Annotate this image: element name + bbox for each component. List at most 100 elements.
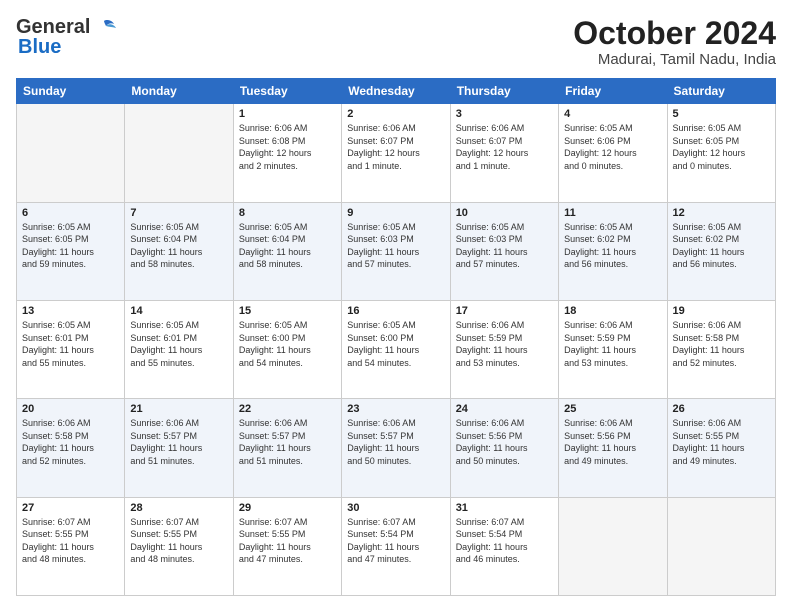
day-number: 2 [347,108,444,120]
calendar-cell: 7 Sunrise: 6:05 AM Sunset: 6:04 PM Daylig… [125,202,233,300]
calendar-cell: 25 Sunrise: 6:06 AM Sunset: 5:56 PM Dayli… [559,399,667,497]
day-info: Sunrise: 6:05 AM Sunset: 6:04 PM Dayligh… [130,221,227,271]
day-info: Sunrise: 6:07 AM Sunset: 5:55 PM Dayligh… [239,516,336,566]
calendar-cell [125,104,233,202]
calendar-cell [667,497,775,595]
day-number: 11 [564,207,661,219]
day-info: Sunrise: 6:06 AM Sunset: 5:57 PM Dayligh… [347,417,444,467]
calendar-cell: 27 Sunrise: 6:07 AM Sunset: 5:55 PM Dayli… [17,497,125,595]
calendar-cell: 1 Sunrise: 6:06 AM Sunset: 6:08 PM Daylig… [233,104,341,202]
day-number: 13 [22,305,119,317]
calendar-cell: 5 Sunrise: 6:05 AM Sunset: 6:05 PM Daylig… [667,104,775,202]
day-info: Sunrise: 6:06 AM Sunset: 6:08 PM Dayligh… [239,122,336,172]
calendar-cell: 17Sunrise: 6:06 AM Sunset: 5:59 PM Dayli… [450,300,558,398]
day-number: 8 [239,207,336,219]
title-area: October 2024 Madurai, Tamil Nadu, India [573,16,776,68]
day-info: Sunrise: 6:05 AM Sunset: 6:04 PM Dayligh… [239,221,336,271]
day-info: Sunrise: 6:05 AM Sunset: 6:02 PM Dayligh… [673,221,770,271]
logo-bird-icon [94,19,116,37]
calendar-cell: 10 Sunrise: 6:05 AM Sunset: 6:03 PM Dayli… [450,202,558,300]
day-info: Sunrise: 6:05 AM Sunset: 6:00 PM Dayligh… [347,319,444,369]
calendar-week-row: 1 Sunrise: 6:06 AM Sunset: 6:08 PM Daylig… [17,104,776,202]
weekday-header-sunday: Sunday [17,79,125,104]
calendar-cell: 9Sunrise: 6:05 AM Sunset: 6:03 PM Daylig… [342,202,450,300]
day-number: 24 [456,403,553,415]
calendar-cell: 13 Sunrise: 6:05 AM Sunset: 6:01 PM Dayli… [17,300,125,398]
day-info: Sunrise: 6:05 AM Sunset: 6:02 PM Dayligh… [564,221,661,271]
day-number: 5 [673,108,770,120]
calendar-cell: 8 Sunrise: 6:05 AM Sunset: 6:04 PM Daylig… [233,202,341,300]
day-info: Sunrise: 6:05 AM Sunset: 6:00 PM Dayligh… [239,319,336,369]
day-number: 21 [130,403,227,415]
day-info: Sunrise: 6:06 AM Sunset: 5:56 PM Dayligh… [564,417,661,467]
day-number: 14 [130,305,227,317]
day-number: 1 [239,108,336,120]
weekday-header-wednesday: Wednesday [342,79,450,104]
calendar-cell: 18 Sunrise: 6:06 AM Sunset: 5:59 PM Dayli… [559,300,667,398]
day-number: 26 [673,403,770,415]
day-number: 25 [564,403,661,415]
day-number: 4 [564,108,661,120]
day-number: 12 [673,207,770,219]
calendar-cell: 29 Sunrise: 6:07 AM Sunset: 5:55 PM Dayli… [233,497,341,595]
day-number: 10 [456,207,553,219]
day-number: 22 [239,403,336,415]
day-number: 18 [564,305,661,317]
day-number: 23 [347,403,444,415]
day-info: Sunrise: 6:05 AM Sunset: 6:01 PM Dayligh… [22,319,119,369]
day-number: 29 [239,502,336,514]
day-info: Sunrise: 6:05 AM Sunset: 6:03 PM Dayligh… [456,221,553,271]
calendar-cell: 4 Sunrise: 6:05 AM Sunset: 6:06 PM Daylig… [559,104,667,202]
weekday-header-row: SundayMondayTuesdayWednesdayThursdayFrid… [17,79,776,104]
day-number: 9 [347,207,444,219]
calendar-cell: 11 Sunrise: 6:05 AM Sunset: 6:02 PM Dayli… [559,202,667,300]
month-title: October 2024 [573,16,776,51]
day-number: 19 [673,305,770,317]
calendar-cell: 24Sunrise: 6:06 AM Sunset: 5:56 PM Dayli… [450,399,558,497]
calendar-cell: 31Sunrise: 6:07 AM Sunset: 5:54 PM Dayli… [450,497,558,595]
day-number: 15 [239,305,336,317]
day-number: 30 [347,502,444,514]
day-info: Sunrise: 6:06 AM Sunset: 5:55 PM Dayligh… [673,417,770,467]
calendar-cell: 15 Sunrise: 6:05 AM Sunset: 6:00 PM Dayli… [233,300,341,398]
calendar-cell: 19 Sunrise: 6:06 AM Sunset: 5:58 PM Dayli… [667,300,775,398]
page: General Blue October 2024 Madurai, Tamil… [0,0,792,612]
weekday-header-monday: Monday [125,79,233,104]
day-info: Sunrise: 6:06 AM Sunset: 5:57 PM Dayligh… [130,417,227,467]
day-number: 31 [456,502,553,514]
day-info: Sunrise: 6:05 AM Sunset: 6:06 PM Dayligh… [564,122,661,172]
calendar-cell: 16 Sunrise: 6:05 AM Sunset: 6:00 PM Dayli… [342,300,450,398]
day-info: Sunrise: 6:05 AM Sunset: 6:05 PM Dayligh… [673,122,770,172]
day-info: Sunrise: 6:07 AM Sunset: 5:54 PM Dayligh… [347,516,444,566]
day-number: 28 [130,502,227,514]
calendar-cell: 6Sunrise: 6:05 AM Sunset: 6:05 PM Daylig… [17,202,125,300]
calendar-week-row: 13 Sunrise: 6:05 AM Sunset: 6:01 PM Dayli… [17,300,776,398]
calendar-cell [559,497,667,595]
calendar-cell: 28 Sunrise: 6:07 AM Sunset: 5:55 PM Dayli… [125,497,233,595]
day-info: Sunrise: 6:05 AM Sunset: 6:01 PM Dayligh… [130,319,227,369]
day-info: Sunrise: 6:07 AM Sunset: 5:55 PM Dayligh… [22,516,119,566]
logo: General Blue [16,16,116,57]
calendar-cell: 21 Sunrise: 6:06 AM Sunset: 5:57 PM Dayli… [125,399,233,497]
day-info: Sunrise: 6:05 AM Sunset: 6:05 PM Dayligh… [22,221,119,271]
day-info: Sunrise: 6:07 AM Sunset: 5:55 PM Dayligh… [130,516,227,566]
day-number: 16 [347,305,444,317]
location-title: Madurai, Tamil Nadu, India [573,51,776,68]
weekday-header-friday: Friday [559,79,667,104]
day-info: Sunrise: 6:06 AM Sunset: 6:07 PM Dayligh… [347,122,444,172]
day-number: 7 [130,207,227,219]
day-info: Sunrise: 6:06 AM Sunset: 5:58 PM Dayligh… [673,319,770,369]
calendar-cell: 12 Sunrise: 6:05 AM Sunset: 6:02 PM Dayli… [667,202,775,300]
day-info: Sunrise: 6:06 AM Sunset: 5:58 PM Dayligh… [22,417,119,467]
day-info: Sunrise: 6:06 AM Sunset: 6:07 PM Dayligh… [456,122,553,172]
weekday-header-tuesday: Tuesday [233,79,341,104]
day-info: Sunrise: 6:06 AM Sunset: 5:59 PM Dayligh… [564,319,661,369]
calendar-cell: 30 Sunrise: 6:07 AM Sunset: 5:54 PM Dayli… [342,497,450,595]
weekday-header-saturday: Saturday [667,79,775,104]
calendar-cell: 14 Sunrise: 6:05 AM Sunset: 6:01 PM Dayli… [125,300,233,398]
calendar-week-row: 27 Sunrise: 6:07 AM Sunset: 5:55 PM Dayli… [17,497,776,595]
logo-blue-text: Blue [16,37,61,57]
day-number: 3 [456,108,553,120]
day-number: 20 [22,403,119,415]
day-number: 27 [22,502,119,514]
